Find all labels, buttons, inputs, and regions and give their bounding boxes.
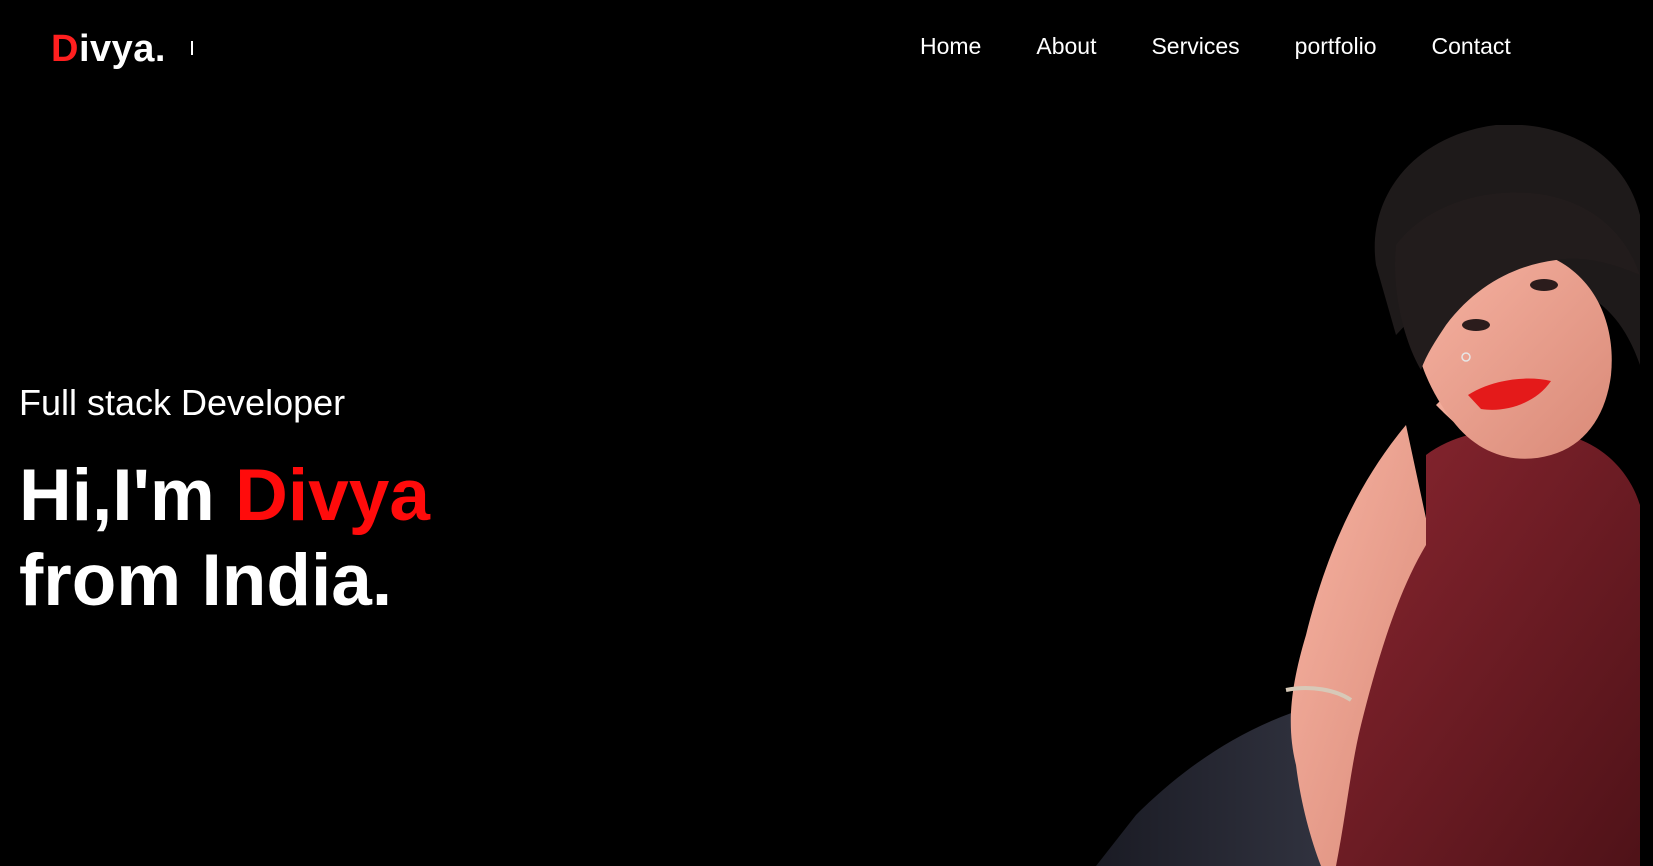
- headline-line-2: from India.: [19, 540, 393, 621]
- top-navbar: Divya. Home About Services portfolio Con…: [0, 0, 1653, 100]
- greeting-prefix: Hi,I'm: [19, 455, 236, 536]
- hero-section: Full stack Developer Hi,I'm Divya from I…: [19, 385, 719, 623]
- brand-logo[interactable]: Divya.: [51, 30, 166, 68]
- greeting-name: Divya: [235, 455, 430, 536]
- left-eye: [1462, 319, 1490, 331]
- text-caret-icon: [191, 41, 193, 55]
- logo-text: ivya.: [78, 28, 166, 70]
- headline-line-1: Hi,I'm Divya: [19, 453, 719, 538]
- nav-item-portfolio[interactable]: portfolio: [1295, 30, 1377, 62]
- hero-role: Full stack Developer: [19, 382, 346, 423]
- profile-photo: [1096, 125, 1640, 866]
- nav-item-about[interactable]: About: [1036, 30, 1096, 62]
- hero-headline: Hi,I'm Divya from India.: [19, 453, 719, 623]
- logo-initial: D: [51, 28, 79, 70]
- nav-item-contact[interactable]: Contact: [1432, 30, 1511, 62]
- portfolio-page: Divya. Home About Services portfolio Con…: [0, 0, 1653, 866]
- main-nav: Home About Services portfolio Contact: [920, 30, 1511, 62]
- right-eye: [1530, 279, 1558, 291]
- nav-item-home[interactable]: Home: [920, 30, 981, 62]
- nav-item-services[interactable]: Services: [1151, 30, 1239, 62]
- profile-photo-illustration: [1096, 125, 1640, 866]
